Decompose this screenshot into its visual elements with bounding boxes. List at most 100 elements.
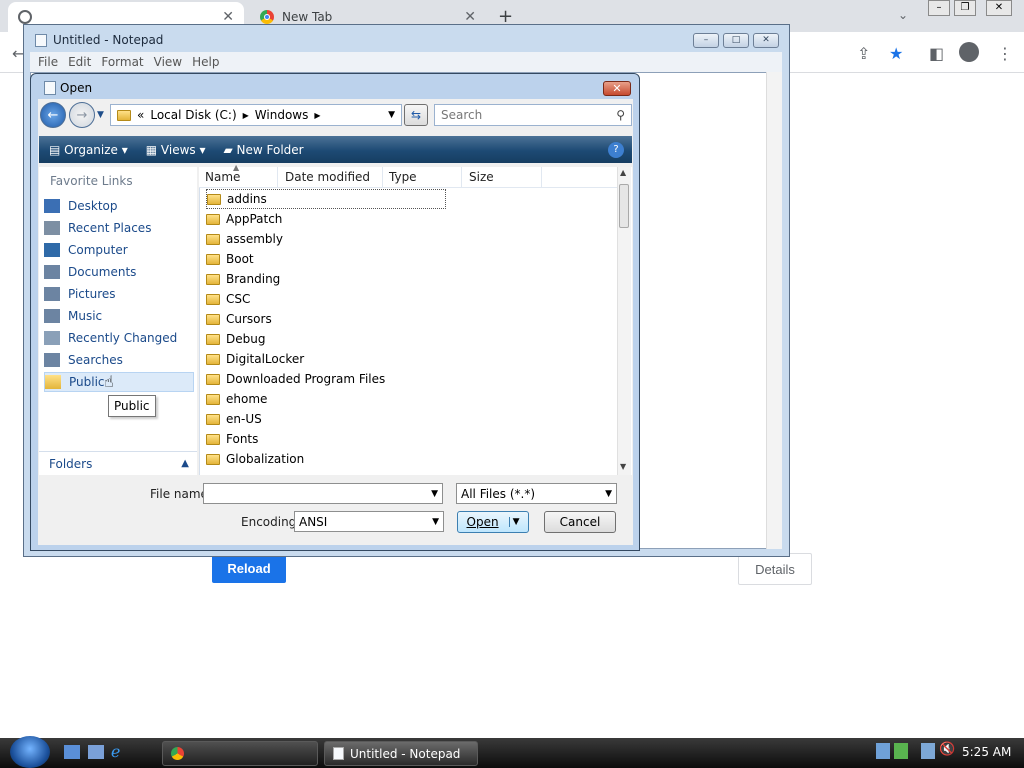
nav-music[interactable]: Music	[44, 306, 194, 326]
encoding-select[interactable]: ANSI ▼	[294, 511, 444, 532]
tray-network-icon[interactable]	[876, 743, 890, 759]
address-bar[interactable]: « Local Disk (C:) ▶ Windows ▶ ▼	[110, 104, 402, 126]
nav-desktop[interactable]: Desktop	[44, 196, 194, 216]
taskbar-chrome[interactable]	[162, 741, 318, 766]
refresh-icon[interactable]: ⇆	[404, 104, 428, 126]
recent-places-icon	[44, 221, 60, 235]
cancel-button[interactable]: Cancel	[544, 511, 616, 533]
notepad-minimize-icon[interactable]: –	[693, 33, 719, 48]
open-dropdown-icon[interactable]: ▼	[508, 517, 519, 527]
list-item[interactable]: Downloaded Program Files	[206, 369, 446, 389]
list-item[interactable]: Branding	[206, 269, 446, 289]
list-item[interactable]: ehome	[206, 389, 446, 409]
recent-pages-dropdown-icon[interactable]: ▼	[97, 110, 104, 120]
column-type[interactable]: Type	[389, 167, 462, 187]
breadcrumb-arrow-icon[interactable]: ▶	[243, 111, 249, 120]
column-name[interactable]: Name	[205, 167, 278, 187]
list-item[interactable]: Fonts	[206, 429, 446, 449]
column-size[interactable]: Size	[469, 167, 542, 187]
scrollbar-thumb[interactable]	[619, 184, 629, 228]
notepad-vertical-scrollbar[interactable]	[766, 72, 782, 549]
file-type-value: All Files (*.*)	[461, 486, 536, 501]
notepad-icon	[35, 34, 47, 47]
details-button[interactable]: Details	[738, 553, 812, 585]
nav-documents[interactable]: Documents	[44, 262, 194, 282]
folder-icon	[206, 373, 220, 385]
notepad-maximize-icon[interactable]: □	[723, 33, 749, 48]
menu-kebab-icon[interactable]: ⋮	[997, 44, 1013, 63]
list-item[interactable]: assembly	[206, 229, 446, 249]
tray-security-icon[interactable]	[894, 743, 908, 759]
nav-searches[interactable]: Searches	[44, 350, 194, 370]
menu-edit[interactable]: Edit	[68, 55, 91, 69]
tray-volume-muted-icon[interactable]: 🔇	[939, 742, 955, 757]
chevron-up-icon[interactable]: ▲	[181, 458, 189, 469]
internet-explorer-icon[interactable]: ℯ	[111, 742, 120, 761]
profile-avatar[interactable]	[959, 42, 979, 62]
nav-computer[interactable]: Computer	[44, 240, 194, 260]
taskbar-notepad[interactable]: Untitled - Notepad	[324, 741, 478, 766]
menu-file[interactable]: File	[38, 55, 58, 69]
list-item[interactable]: DigitalLocker	[206, 349, 446, 369]
address-dropdown-icon[interactable]: ▼	[388, 110, 395, 120]
nav-public[interactable]: Public	[44, 372, 194, 392]
file-name-input[interactable]: ▼	[203, 483, 443, 504]
nav-recently-changed[interactable]: Recently Changed	[44, 328, 194, 348]
desktop-icon	[44, 199, 60, 213]
globe-icon	[18, 10, 32, 24]
menu-format[interactable]: Format	[101, 55, 143, 69]
folders-toggle[interactable]: Folders ▲	[39, 451, 197, 475]
restore-icon[interactable]: ❐	[954, 0, 976, 16]
address-part[interactable]: Local Disk (C:)	[150, 108, 236, 122]
views-button[interactable]: ▦ Views ▾	[146, 143, 206, 157]
share-icon[interactable]: ⇪	[857, 44, 870, 63]
new-folder-button[interactable]: ▰ New Folder	[224, 143, 304, 157]
list-item[interactable]: addins	[206, 189, 446, 209]
search-icon[interactable]: ⚲	[616, 108, 625, 122]
address-part[interactable]: Windows	[255, 108, 309, 122]
bookmark-star-icon[interactable]: ★	[889, 44, 903, 63]
notepad-icon	[333, 747, 344, 760]
scroll-down-icon[interactable]: ▼	[620, 462, 626, 471]
nav-recent-places[interactable]: Recent Places	[44, 218, 194, 238]
list-item[interactable]: Boot	[206, 249, 446, 269]
column-date-modified[interactable]: Date modified	[285, 167, 383, 187]
list-item[interactable]: CSC	[206, 289, 446, 309]
back-icon[interactable]: ←	[40, 102, 66, 128]
help-icon[interactable]: ?	[608, 141, 624, 158]
minimize-icon[interactable]: –	[928, 0, 950, 16]
list-item[interactable]: Cursors	[206, 309, 446, 329]
notepad-close-icon[interactable]: ✕	[753, 33, 779, 48]
list-item[interactable]: Debug	[206, 329, 446, 349]
forward-icon[interactable]: →	[69, 102, 95, 128]
organize-button[interactable]: ▤ Organize ▾	[49, 143, 128, 157]
open-button[interactable]: Open ▼	[457, 511, 529, 533]
switch-windows-icon[interactable]	[88, 745, 104, 759]
show-desktop-icon[interactable]	[64, 745, 80, 759]
tab-search-chevron-icon[interactable]: ⌄	[898, 8, 908, 22]
dialog-close-button[interactable]: ✕	[603, 81, 631, 96]
file-type-dropdown-icon[interactable]: ▼	[605, 489, 612, 499]
encoding-dropdown-icon[interactable]: ▼	[432, 517, 439, 527]
tray-connection-icon[interactable]	[921, 743, 935, 759]
search-input[interactable]: Search ⚲	[434, 104, 632, 126]
close-tab-icon[interactable]: ✕	[222, 9, 234, 25]
breadcrumb-arrow-icon[interactable]: ▶	[314, 111, 320, 120]
menu-help[interactable]: Help	[192, 55, 219, 69]
list-item[interactable]: en-US	[206, 409, 446, 429]
windows-start-icon[interactable]	[10, 736, 50, 768]
nav-pictures[interactable]: Pictures	[44, 284, 194, 304]
file-type-select[interactable]: All Files (*.*) ▼	[456, 483, 617, 504]
file-name-dropdown-icon[interactable]: ▼	[431, 489, 438, 499]
scroll-up-icon[interactable]: ▲	[620, 168, 626, 177]
close-window-icon[interactable]: ✕	[986, 0, 1012, 16]
favorite-links-header: Favorite Links	[50, 174, 133, 188]
list-item[interactable]: AppPatch	[206, 209, 446, 229]
side-panel-icon[interactable]: ◧	[929, 44, 944, 63]
taskbar-clock[interactable]: 5:25 AM	[962, 745, 1011, 759]
reload-button[interactable]: Reload	[212, 553, 286, 583]
close-tab-icon[interactable]: ✕	[464, 9, 476, 25]
menu-view[interactable]: View	[154, 55, 182, 69]
list-item[interactable]: Globalization	[206, 449, 446, 469]
folder-icon	[117, 109, 131, 121]
